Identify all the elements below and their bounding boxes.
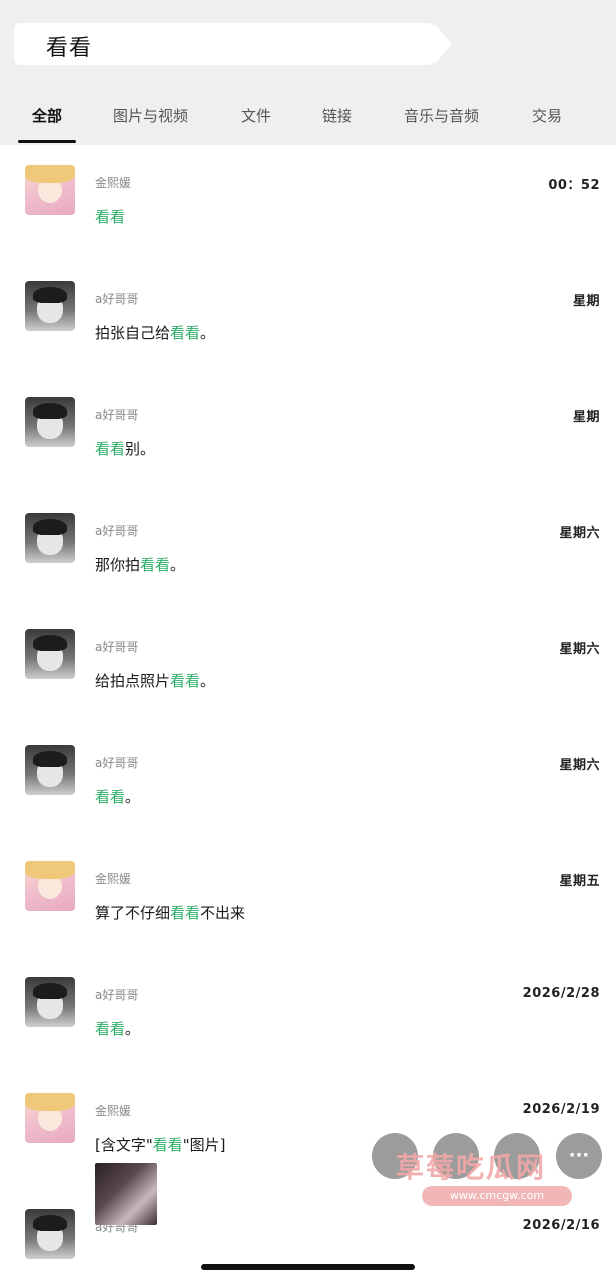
boy-avatar[interactable] bbox=[25, 629, 75, 679]
search-header: 看看 全部 图片与视频 文件 链接 音乐与音频 交易 bbox=[0, 0, 616, 145]
message-time: 星期五 bbox=[559, 874, 600, 889]
list-item[interactable]: 金熙媛 星期五 算了不仔细看看不出来 bbox=[0, 841, 616, 957]
filter-tabs: 全部 图片与视频 文件 链接 音乐与音频 交易 bbox=[0, 97, 616, 145]
message-time: 星期六 bbox=[559, 758, 600, 773]
message-text: 看看别。 bbox=[95, 440, 156, 458]
sender-name: a好哥哥 bbox=[95, 408, 139, 422]
keyword-highlight: 看看 bbox=[170, 904, 201, 922]
list-item[interactable]: a好哥哥 星期六 给拍点照片看看。 bbox=[0, 609, 616, 725]
sender-name: 金熙媛 bbox=[95, 1104, 132, 1118]
list-item[interactable]: a好哥哥 星期 拍张自己给看看。 bbox=[0, 261, 616, 377]
boy-avatar[interactable] bbox=[25, 1209, 75, 1259]
sender-name: a好哥哥 bbox=[95, 988, 139, 1002]
boy-avatar[interactable] bbox=[25, 745, 75, 795]
list-item[interactable]: a好哥哥 2026/2/28 看看。 bbox=[0, 957, 616, 1073]
sender-name: a好哥哥 bbox=[95, 292, 139, 306]
boy-avatar[interactable] bbox=[25, 977, 75, 1027]
keyword-highlight: 看看 bbox=[170, 672, 201, 690]
message-text: 看看。 bbox=[95, 788, 141, 806]
search-query[interactable]: 看看 bbox=[46, 30, 92, 62]
message-time: 2026/2/28 bbox=[522, 986, 600, 1001]
tab-files[interactable]: 文件 bbox=[241, 105, 271, 126]
sender-name: 金熙媛 bbox=[95, 872, 132, 886]
sender-name: a好哥哥 bbox=[95, 524, 139, 538]
keyword-highlight: 看看 bbox=[95, 440, 126, 458]
boy-avatar[interactable] bbox=[25, 513, 75, 563]
message-time: 2026/2/16 bbox=[522, 1218, 600, 1233]
keyword-highlight: 看看 bbox=[95, 788, 126, 806]
message-time: 00：52 bbox=[548, 178, 600, 193]
message-text: 拍张自己给看看。 bbox=[95, 324, 216, 342]
home-indicator[interactable] bbox=[201, 1264, 415, 1270]
keyword-highlight: 看看 bbox=[140, 556, 171, 574]
image-thumbnail[interactable] bbox=[95, 1163, 157, 1225]
more-button[interactable]: ··· bbox=[556, 1133, 602, 1179]
keyword-highlight: 看看 bbox=[152, 1136, 183, 1154]
message-time: 星期 bbox=[572, 294, 600, 309]
watermark-url: www.cmcgw.com bbox=[422, 1186, 572, 1206]
message-time: 星期六 bbox=[559, 526, 600, 541]
message-text: 算了不仔细看看不出来 bbox=[95, 904, 246, 922]
more-icon: ··· bbox=[568, 1145, 590, 1166]
girl-avatar[interactable] bbox=[25, 861, 75, 911]
active-tab-indicator bbox=[18, 140, 76, 143]
tab-images-videos[interactable]: 图片与视频 bbox=[113, 105, 188, 126]
boy-avatar[interactable] bbox=[25, 397, 75, 447]
watermark-text: 草莓吃瓜网 bbox=[396, 1151, 547, 1184]
keyword-highlight: 看看 bbox=[95, 208, 126, 226]
message-text: [含文字"看看"图片] bbox=[95, 1136, 226, 1154]
keyword-highlight: 看看 bbox=[170, 324, 201, 342]
tab-links[interactable]: 链接 bbox=[322, 105, 352, 126]
sender-name: a好哥哥 bbox=[95, 640, 139, 654]
list-item[interactable]: a好哥哥 星期六 看看。 bbox=[0, 725, 616, 841]
list-item[interactable]: a好哥哥 星期 看看别。 bbox=[0, 377, 616, 493]
list-item[interactable]: a好哥哥 星期六 那你拍看看。 bbox=[0, 493, 616, 609]
message-time: 2026/2/19 bbox=[522, 1102, 600, 1117]
message-text: 给拍点照片看看。 bbox=[95, 672, 216, 690]
girl-avatar[interactable] bbox=[25, 1093, 75, 1143]
list-item[interactable]: 金熙媛 00：52 看看 bbox=[0, 145, 616, 261]
message-time: 星期 bbox=[572, 410, 600, 425]
sender-name: 金熙媛 bbox=[95, 176, 132, 190]
tab-all[interactable]: 全部 bbox=[32, 105, 62, 126]
tab-music-audio[interactable]: 音乐与音频 bbox=[404, 105, 479, 126]
message-text: 看看。 bbox=[95, 1020, 141, 1038]
sender-name: a好哥哥 bbox=[95, 756, 139, 770]
boy-avatar[interactable] bbox=[25, 281, 75, 331]
girl-avatar[interactable] bbox=[25, 165, 75, 215]
message-time: 星期六 bbox=[559, 642, 600, 657]
keyword-highlight: 看看 bbox=[95, 1020, 126, 1038]
message-text: 看看 bbox=[95, 206, 125, 227]
message-text: 那你拍看看。 bbox=[95, 556, 186, 574]
search-input[interactable]: 看看 bbox=[14, 23, 452, 65]
tab-transactions[interactable]: 交易 bbox=[532, 105, 562, 126]
